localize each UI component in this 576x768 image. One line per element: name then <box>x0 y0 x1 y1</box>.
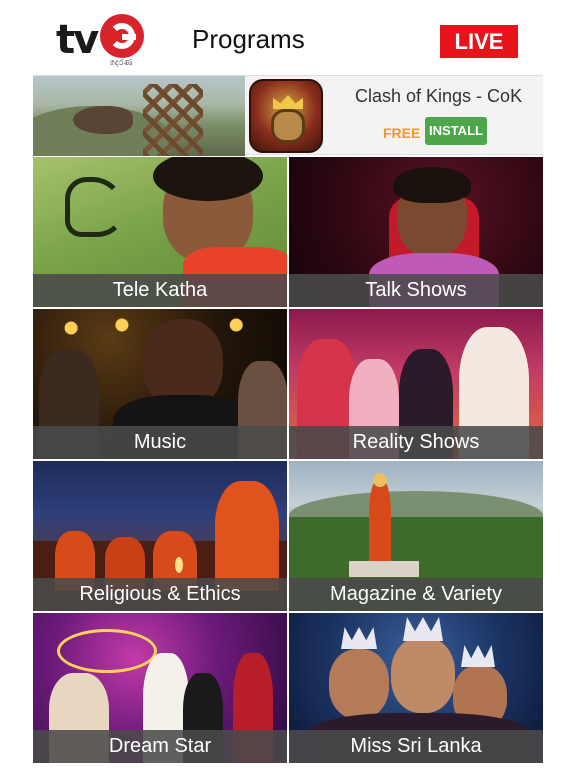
program-label: Tele Katha <box>33 274 287 307</box>
contestant-face-1 <box>329 649 389 719</box>
program-label: Miss Sri Lanka <box>289 730 543 763</box>
program-label: Music <box>33 426 287 459</box>
program-tile-music[interactable]: Music <box>33 309 287 459</box>
host-hair <box>393 167 471 203</box>
buddha-statue <box>369 479 391 569</box>
logo-subtext: දෙරණ <box>109 58 133 67</box>
program-label: Talk Shows <box>289 274 543 307</box>
program-label: Magazine & Variety <box>289 578 543 611</box>
ad-price-label: FREE <box>383 125 421 141</box>
program-tile-miss-sri-lanka[interactable]: Miss Sri Lanka <box>289 613 543 763</box>
king-face-icon <box>271 109 305 143</box>
logo-text: tv <box>56 17 99 63</box>
ad-siege-tower <box>143 84 203 156</box>
candle-flame <box>175 557 183 573</box>
ad-banner[interactable]: Clash of Kings - CoK FREE INSTALL <box>33 75 543 156</box>
tv-derana-logo[interactable]: tv දෙරණ <box>56 10 144 68</box>
contestant-face-2 <box>391 637 455 713</box>
app-header: tv දෙරණ Programs LIVE <box>0 0 576 74</box>
page-title: Programs <box>192 24 305 54</box>
crown-icon <box>403 617 443 641</box>
ad-creature <box>73 106 133 134</box>
program-tile-talk-shows[interactable]: Talk Shows <box>289 157 543 307</box>
ad-game-artwork <box>33 76 245 156</box>
statue-base <box>349 561 419 577</box>
program-tile-magazine-variety[interactable]: Magazine & Variety <box>289 461 543 611</box>
crown-icon <box>461 645 495 667</box>
live-button[interactable]: LIVE <box>440 25 518 58</box>
program-tile-dream-star[interactable]: Dream Star <box>33 613 287 763</box>
statue-head <box>373 473 387 487</box>
program-tile-tele-katha[interactable]: Tele Katha <box>33 157 287 307</box>
app-icon <box>249 79 323 153</box>
program-label: Religious & Ethics <box>33 578 287 611</box>
logo-g-bar <box>122 34 136 40</box>
ad-install-button[interactable]: INSTALL <box>425 117 487 145</box>
crown-icon <box>273 95 303 109</box>
dream-star-logo <box>57 629 157 673</box>
ad-app-name: Clash of Kings - CoK <box>355 86 523 106</box>
crown-icon <box>341 627 377 649</box>
program-label: Reality Shows <box>289 426 543 459</box>
program-tile-reality-shows[interactable]: Reality Shows <box>289 309 543 459</box>
monk-4 <box>215 481 279 591</box>
program-label: Dream Star <box>33 730 287 763</box>
sinhala-title-art <box>65 177 125 237</box>
program-tile-religious-ethics[interactable]: Religious & Ethics <box>33 461 287 611</box>
